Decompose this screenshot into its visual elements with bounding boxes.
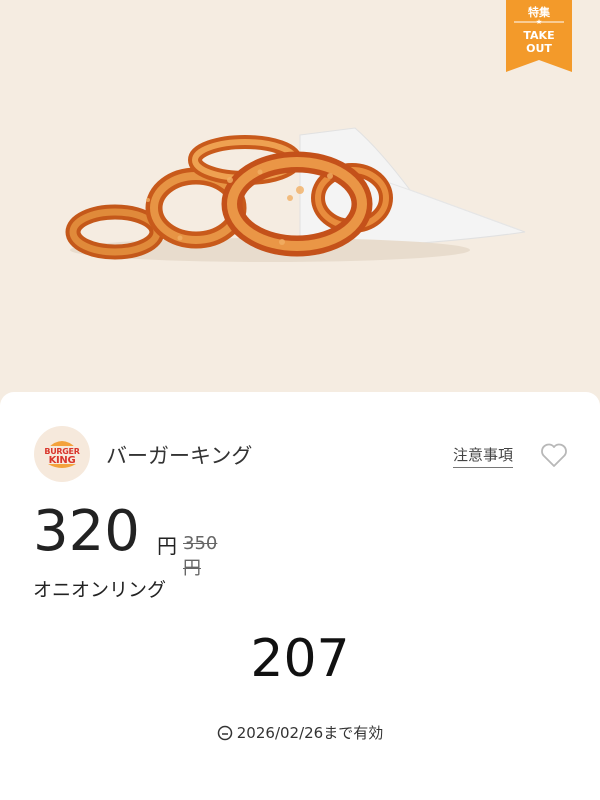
badge-out-label: OUT [526, 42, 552, 55]
validity-text: 2026/02/26まで有効 [236, 724, 384, 742]
brand-name: バーガーキング [106, 444, 253, 468]
validity-row: 2026/02/26まで有効 [0, 722, 600, 743]
heart-icon[interactable] [540, 442, 568, 468]
sale-price: 320 [33, 499, 140, 564]
clock-icon [217, 725, 233, 741]
product-name: オニオンリング [33, 579, 167, 601]
badge-take-label: TAKE [523, 29, 555, 42]
original-price: 350円 [183, 533, 218, 579]
product-hero: 特集 ★ TAKE OUT [0, 0, 600, 400]
notes-link[interactable]: 注意事項 [453, 444, 514, 468]
coupon-card: BURGER KING バーガーキング 注意事項 320 円 350円 オニオン… [0, 392, 600, 800]
takeout-feature-badge: 特集 ★ TAKE OUT [506, 0, 572, 72]
coupon-code: 207 [250, 629, 350, 689]
badge-star-icon: ★ [535, 18, 543, 26]
logo-text-king: KING [48, 455, 76, 466]
price-unit: 円 [157, 534, 177, 558]
burger-king-logo: BURGER KING [34, 426, 90, 482]
